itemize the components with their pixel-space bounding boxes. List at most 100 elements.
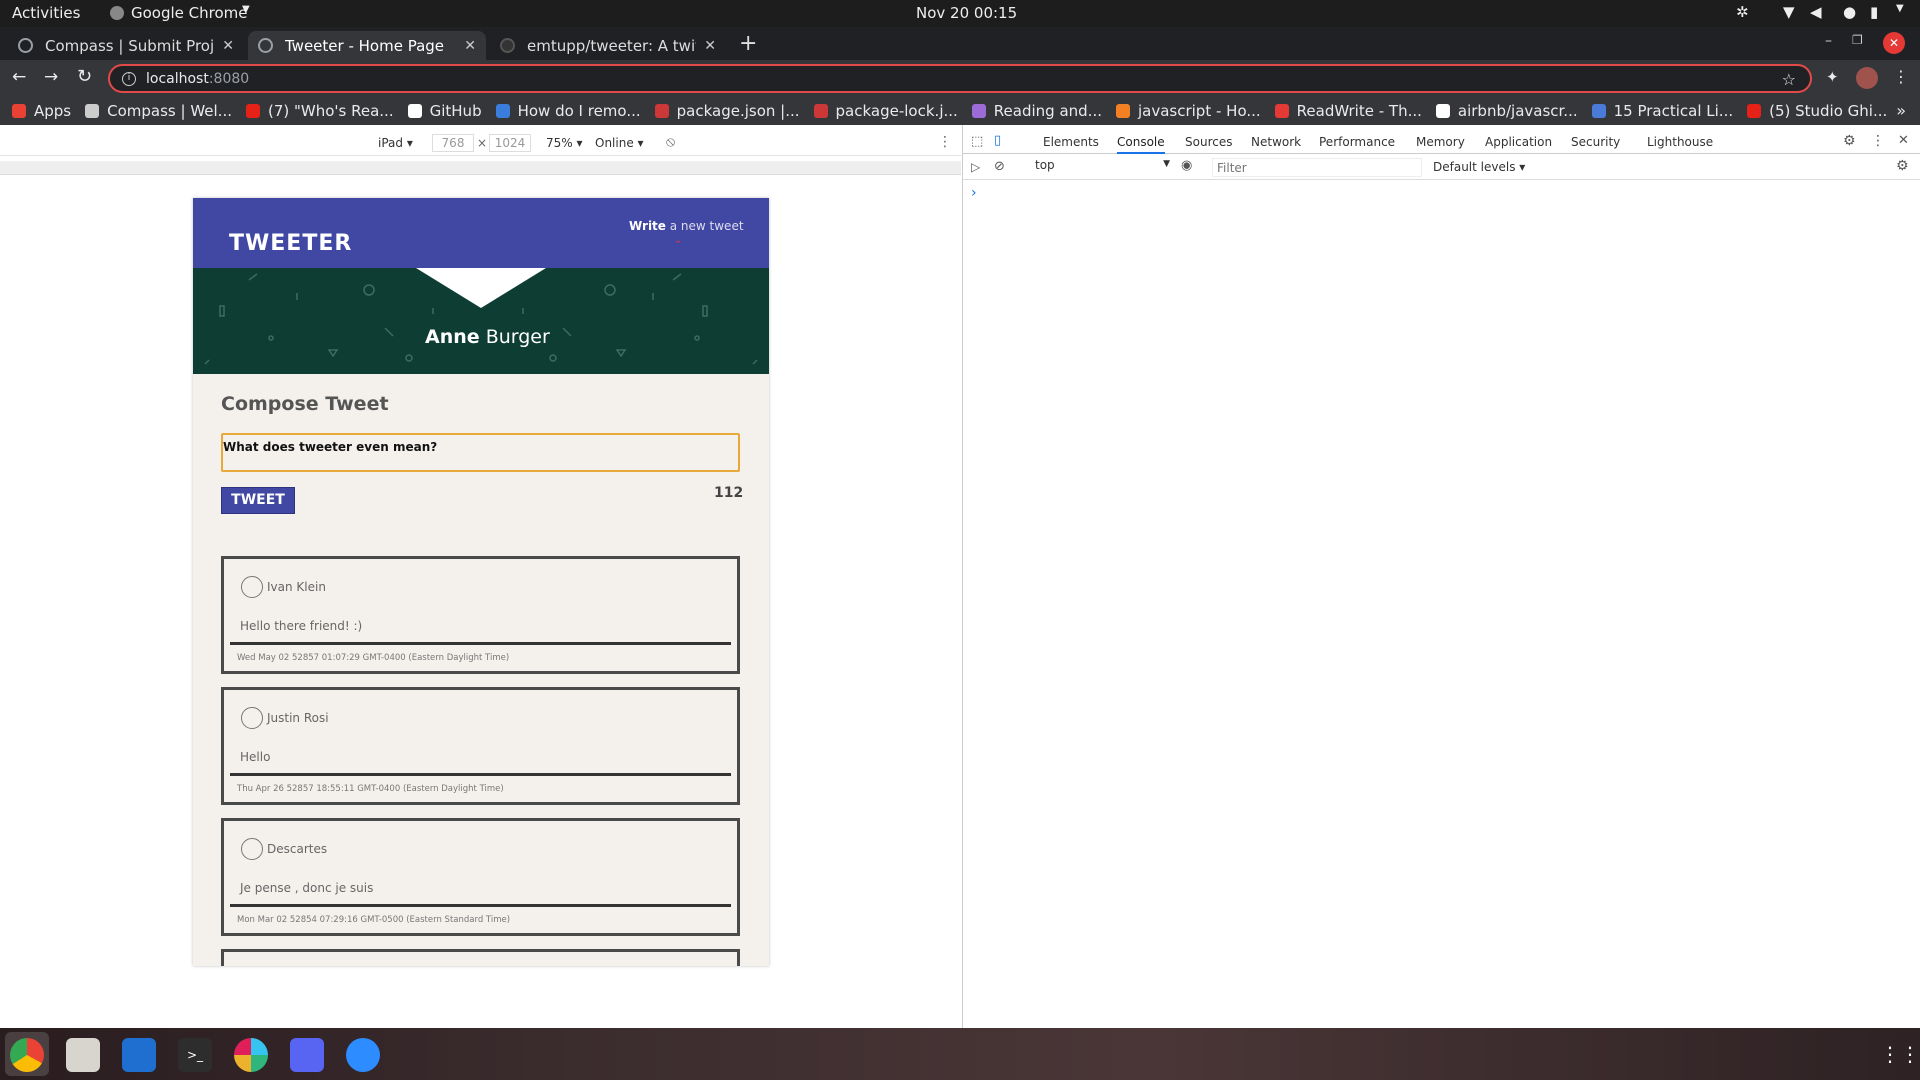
log-levels-select[interactable]: Default levels ▾	[1433, 160, 1525, 174]
more-options-icon[interactable]: ⋮	[938, 134, 952, 150]
microphone-icon[interactable]: ●	[1843, 3, 1856, 21]
devtools-tab-security[interactable]: Security	[1571, 135, 1620, 149]
chevron-down-icon[interactable]: ▼	[1896, 3, 1904, 14]
height-input[interactable]: 1024	[489, 134, 531, 152]
close-window-button[interactable]: ✕	[1883, 32, 1905, 54]
show-applications-icon[interactable]: ⋮⋮	[1880, 1042, 1920, 1066]
profile-avatar[interactable]	[1856, 67, 1878, 89]
console-toolbar: ▷ ⊘ top ▼ ◉ Default levels ▾ ⚙	[963, 155, 1920, 180]
chrome-icon[interactable]	[10, 1038, 44, 1072]
network-select[interactable]: Online ▾	[595, 136, 644, 150]
clock[interactable]: Nov 20 00:15	[916, 4, 1017, 22]
activities-button[interactable]: Activities	[12, 4, 80, 22]
vscode-icon[interactable]	[122, 1038, 156, 1072]
slack-icon[interactable]	[234, 1038, 268, 1072]
tweet-date: Thu Apr 26 52857 18:55:11 GMT-0400 (East…	[237, 784, 504, 794]
chevron-down-icon[interactable]: ⌄	[674, 235, 682, 246]
close-icon[interactable]: ✕	[704, 38, 716, 54]
info-icon[interactable]: i	[122, 71, 136, 86]
rotate-icon[interactable]: ⦸	[666, 134, 675, 150]
address-bar[interactable]: i localhost:8080 ☆	[108, 64, 1812, 93]
context-select[interactable]: top ▼	[1035, 158, 1170, 176]
device-select[interactable]: iPad ▾	[378, 136, 413, 150]
devtools-tab-sources[interactable]: Sources	[1185, 135, 1232, 149]
bookmark-item[interactable]: Reading and...	[971, 102, 1102, 120]
bookmark-item[interactable]: GitHub	[407, 102, 482, 120]
minimize-button[interactable]: –	[1825, 33, 1832, 49]
discord-icon[interactable]	[290, 1038, 324, 1072]
sidebar-toggle-icon[interactable]: ▷	[971, 160, 980, 174]
forward-arrow-icon[interactable]: →	[44, 67, 58, 87]
dock: >_ ⋮⋮	[0, 1028, 1920, 1080]
bookmark-item[interactable]: (5) Studio Ghi...	[1747, 102, 1887, 120]
bookmark-label: package.json |...	[676, 102, 800, 120]
back-arrow-icon[interactable]: ←	[12, 67, 26, 87]
devtools-tab-application[interactable]: Application	[1485, 135, 1552, 149]
chevron-down-icon: ▼	[1163, 159, 1170, 169]
console-settings-gear-icon[interactable]: ⚙	[1896, 158, 1909, 174]
more-bookmarks-icon[interactable]: »	[1896, 101, 1906, 120]
zoom-select[interactable]: 75% ▾	[546, 136, 583, 150]
close-icon[interactable]: ✕	[222, 38, 234, 54]
bookmark-item[interactable]: Compass | Wel...	[85, 102, 232, 120]
tab-compass[interactable]: Compass | Submit Project ✕	[8, 31, 244, 60]
tweet-author: Justin Rosi	[267, 711, 329, 725]
settings-gear-icon[interactable]: ⚙	[1843, 133, 1856, 149]
bookmark-favicon-icon	[245, 104, 260, 118]
bookmark-item[interactable]: package-lock.j...	[813, 102, 958, 120]
bookmark-item[interactable]: ReadWrite - Th...	[1274, 102, 1422, 120]
write-tweet-link[interactable]: Write a new tweet	[629, 219, 744, 233]
device-toggle-icon[interactable]: ▯	[994, 133, 1001, 148]
devtools-tab-performance[interactable]: Performance	[1319, 135, 1395, 149]
eye-icon[interactable]: ◉	[1181, 158, 1192, 173]
inspect-element-icon[interactable]: ⬚	[971, 134, 983, 149]
wifi-icon[interactable]: ▼	[1783, 3, 1795, 21]
star-icon[interactable]: ☆	[1782, 70, 1796, 89]
extensions-puzzle-icon[interactable]: ✦	[1826, 68, 1839, 86]
bookmark-item[interactable]: 15 Practical Li...	[1591, 102, 1733, 120]
tweet-textarea[interactable]: What does tweeter even mean?	[221, 433, 740, 472]
tweet-date: Wed May 02 52857 01:07:29 GMT-0400 (East…	[237, 653, 510, 663]
devtools-panel: ⬚ ▯ ⚙ ⋮ ✕ Elements Console Sources Network P…	[962, 125, 1920, 1028]
app-menu[interactable]: Google Chrome	[131, 4, 248, 22]
reload-icon[interactable]: ↻	[77, 66, 92, 87]
console-filter-input[interactable]	[1212, 158, 1422, 177]
user-name: Anne Burger	[425, 326, 550, 348]
tweet-button[interactable]: TWEET	[221, 487, 295, 514]
bookmark-item[interactable]: package.json |...	[654, 102, 800, 120]
files-icon[interactable]	[66, 1038, 100, 1072]
tab-github[interactable]: emtupp/tweeter: A twitter ✕	[490, 31, 726, 60]
tab-tweeter[interactable]: Tweeter - Home Page ✕	[248, 31, 486, 60]
width-input[interactable]: 768	[432, 134, 474, 152]
battery-icon[interactable]: ▮	[1870, 3, 1878, 21]
console-prompt[interactable]: ›	[971, 185, 977, 201]
zoom-icon[interactable]	[346, 1038, 380, 1072]
close-icon[interactable]: ✕	[464, 38, 476, 54]
devtools-tab-network[interactable]: Network	[1251, 135, 1301, 149]
volume-icon[interactable]: ◀	[1810, 3, 1822, 21]
slack-tray-icon[interactable]: ✲	[1736, 3, 1749, 21]
bookmark-favicon-icon	[971, 104, 986, 118]
devtools-tab-lighthouse[interactable]: Lighthouse	[1647, 135, 1713, 149]
clear-console-icon[interactable]: ⊘	[994, 159, 1005, 174]
terminal-icon[interactable]: >_	[178, 1038, 212, 1072]
new-tab-button[interactable]: +	[739, 31, 757, 56]
bookmark-item[interactable]: javascript - Ho...	[1115, 102, 1261, 120]
more-options-icon[interactable]: ⋮	[1871, 133, 1885, 149]
bookmark-item[interactable]: Apps	[12, 102, 71, 120]
restore-button[interactable]: ❐	[1852, 33, 1863, 47]
bookmark-item[interactable]: airbnb/javascr...	[1435, 102, 1578, 120]
close-devtools-icon[interactable]: ✕	[1898, 133, 1909, 148]
chevron-down-icon: ▼	[242, 4, 250, 15]
bookmark-label: (7) "Who's Rea...	[267, 102, 394, 120]
devtools-tab-memory[interactable]: Memory	[1416, 135, 1465, 149]
bookmark-item[interactable]: (7) "Who's Rea...	[245, 102, 394, 120]
bookmark-favicon-icon	[813, 104, 828, 118]
chrome-menu-icon[interactable]: ⋮	[1893, 67, 1909, 86]
media-query-ruler[interactable]	[0, 161, 961, 175]
bookmarks-bar: Apps Compass | Wel... (7) "Who's Rea... Git…	[0, 97, 1920, 125]
bookmark-item[interactable]: How do I remo...	[495, 102, 641, 120]
devtools-tab-console[interactable]: Console	[1117, 135, 1165, 154]
app-logo[interactable]: TWEETER	[229, 231, 352, 256]
devtools-tab-elements[interactable]: Elements	[1043, 135, 1099, 149]
